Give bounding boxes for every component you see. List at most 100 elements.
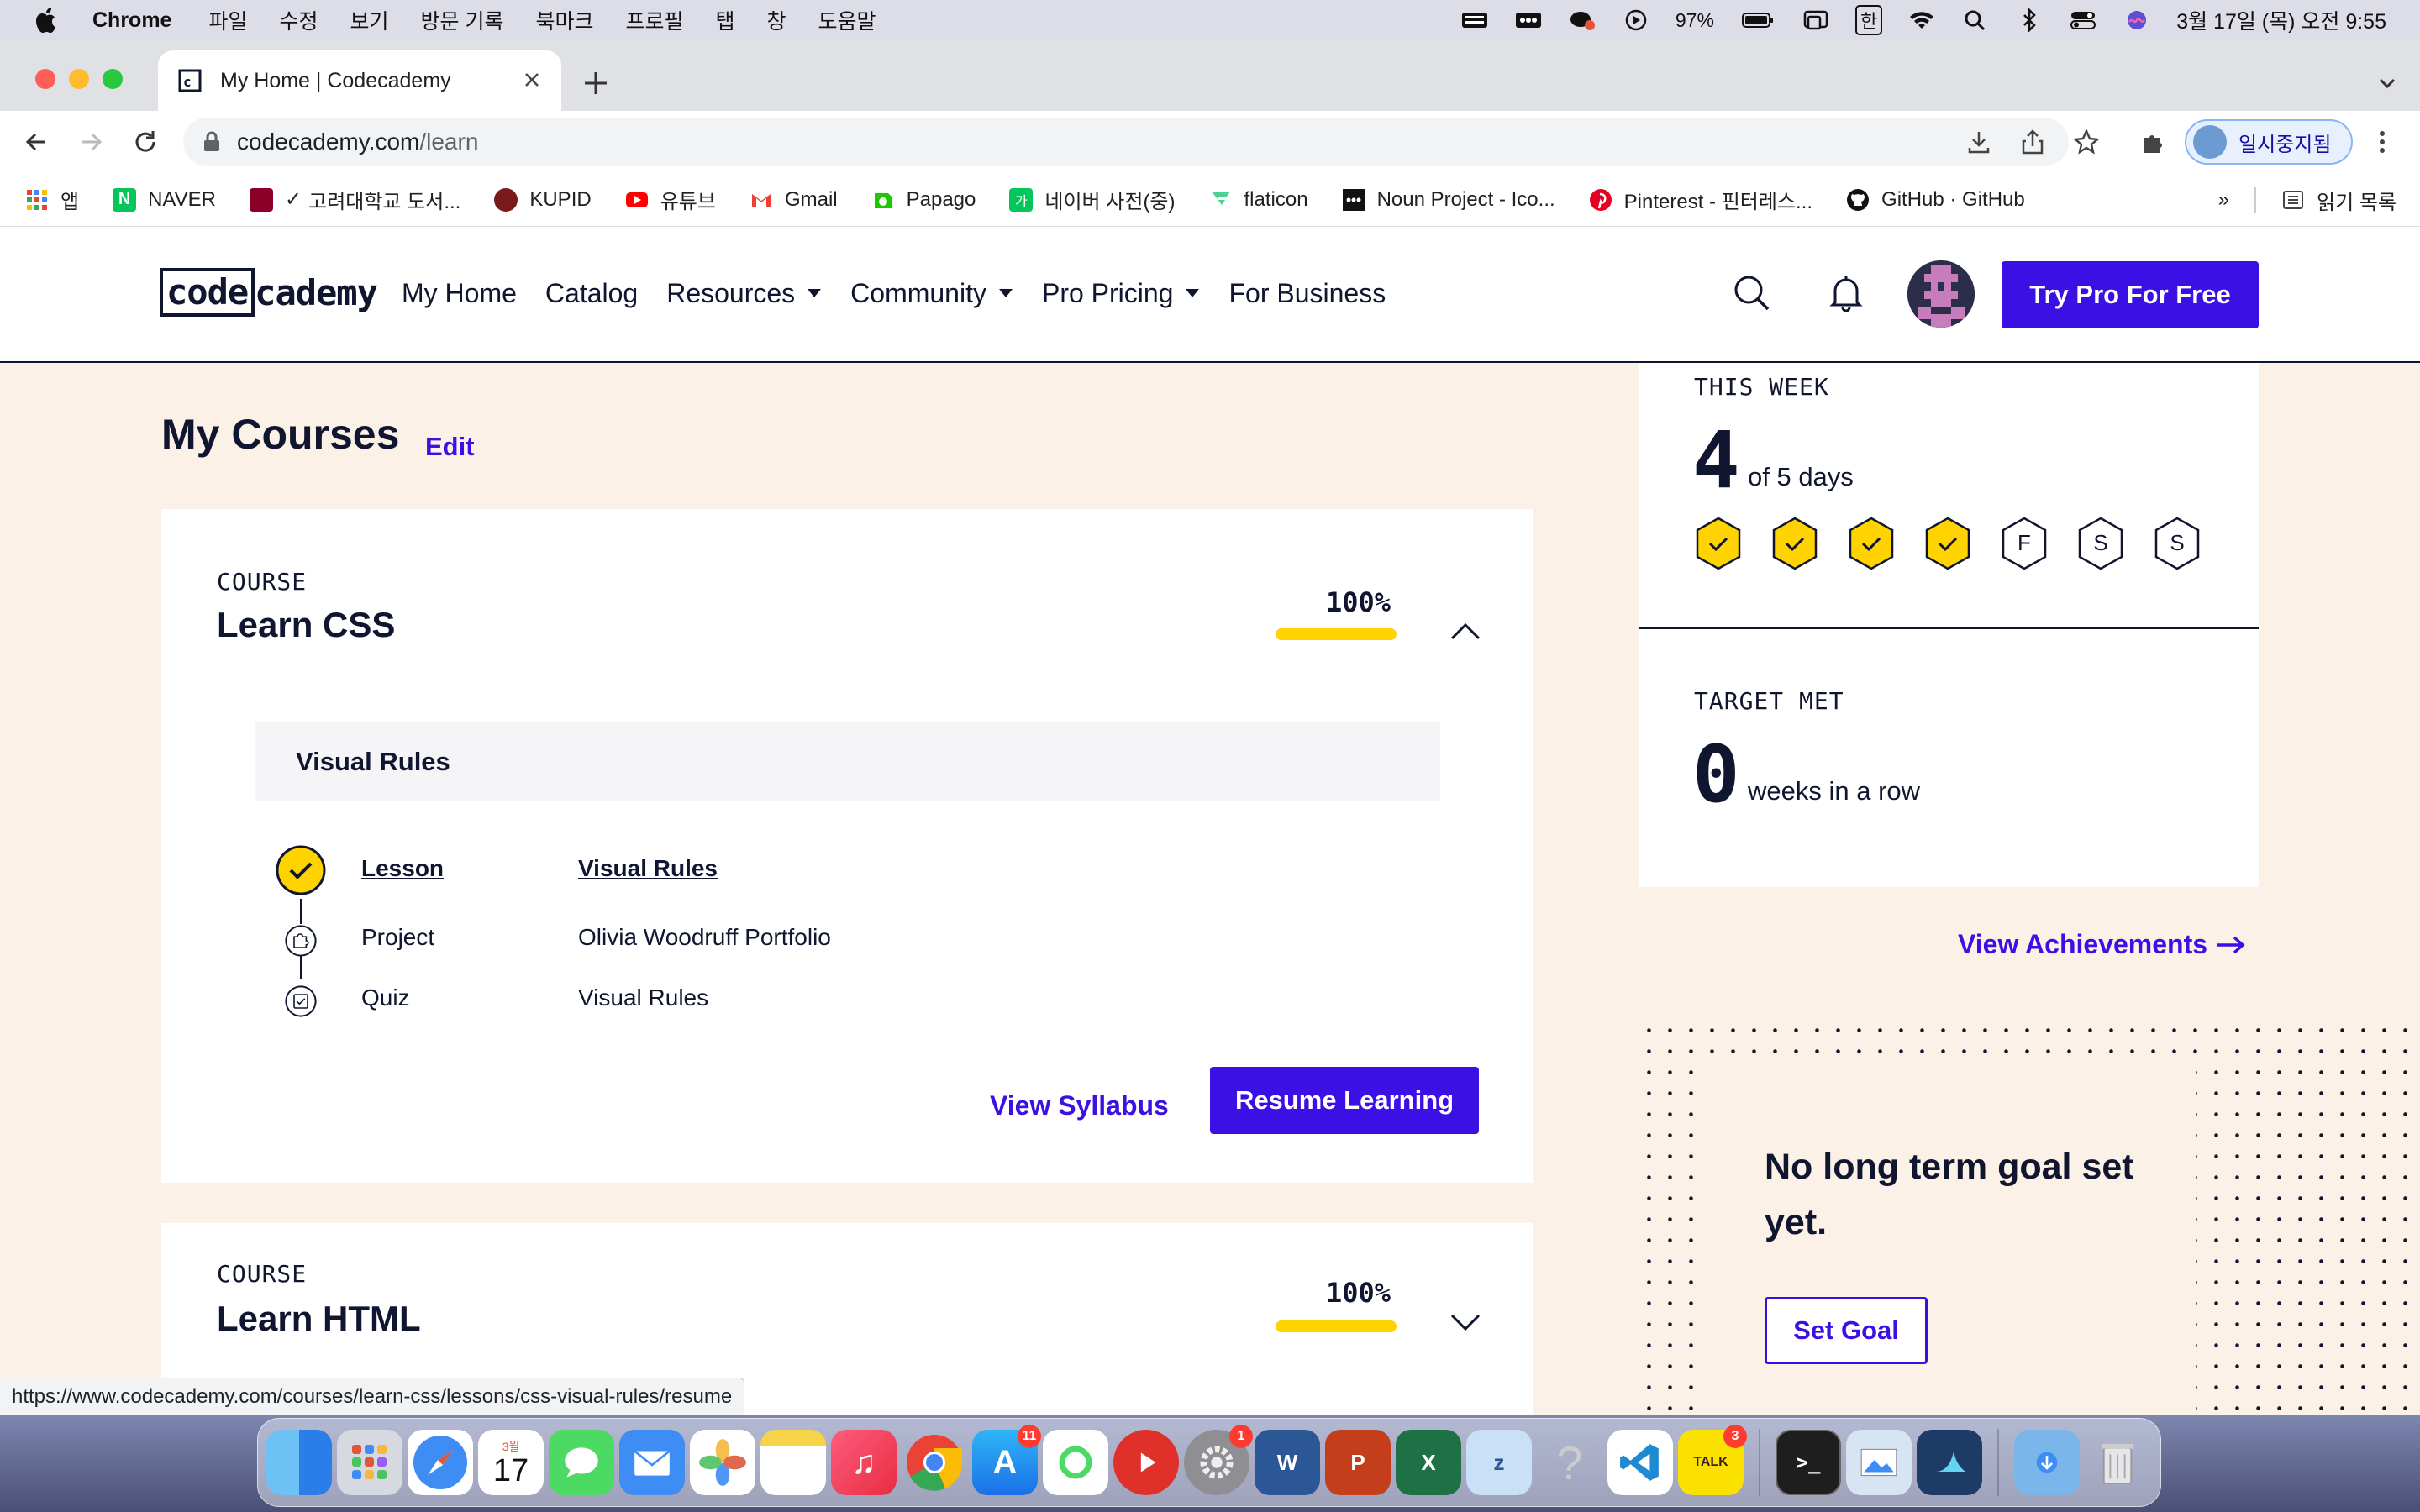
dock-word-icon[interactable]: W: [1255, 1430, 1320, 1495]
bookmark-github[interactable]: GitHub · GitHub: [1846, 188, 2025, 212]
active-tab[interactable]: c My Home | Codecademy: [158, 50, 561, 111]
menubar-clock[interactable]: 3월 17일 (목) 오전 9:55: [2176, 5, 2386, 35]
dock-kakaotalk-icon[interactable]: TALK 3: [1678, 1425, 1747, 1495]
back-arrow-icon[interactable]: [22, 128, 50, 156]
course-title[interactable]: Learn CSS: [217, 605, 395, 645]
notification-bell-icon[interactable]: [1825, 272, 1867, 314]
dock-preview-icon[interactable]: [1846, 1430, 1912, 1495]
menu-window[interactable]: 창: [767, 5, 786, 35]
dock-trash-icon[interactable]: [2085, 1430, 2150, 1495]
dock-mail-icon[interactable]: [619, 1430, 685, 1495]
dock-terminal-icon[interactable]: >_: [1776, 1430, 1841, 1495]
module-header[interactable]: Visual Rules: [255, 722, 1440, 801]
dock-wireshark-icon[interactable]: [1917, 1430, 1982, 1495]
dock-player-icon[interactable]: [1113, 1430, 1179, 1495]
course-title[interactable]: Learn HTML: [217, 1299, 421, 1339]
dock-chrome-icon[interactable]: [902, 1430, 967, 1495]
bookmark-gmail[interactable]: Gmail: [750, 188, 838, 212]
bookmark-naver[interactable]: N NAVER: [113, 187, 216, 212]
schedule-quiz-title[interactable]: Visual Rules: [578, 984, 708, 1011]
input-source[interactable]: 한: [1854, 5, 1883, 35]
chrome-menu-kebab-icon[interactable]: [2368, 128, 2396, 156]
reading-list-button[interactable]: 읽기 목록: [2281, 186, 2396, 215]
tab-search-chevron-icon[interactable]: [2375, 71, 2400, 96]
schedule-lesson-type[interactable]: Lesson: [361, 855, 444, 882]
dock-excel-icon[interactable]: X: [1396, 1430, 1461, 1495]
keyboard-viewer-icon[interactable]: [1460, 8, 1489, 32]
menu-view[interactable]: 보기: [350, 5, 389, 35]
menu-help[interactable]: 도움말: [818, 5, 876, 35]
bookmark-youtube[interactable]: 유튜브: [625, 185, 716, 214]
lock-icon[interactable]: [202, 131, 222, 153]
dock-messages-icon[interactable]: [549, 1430, 614, 1495]
dock-downloads-folder-icon[interactable]: [2014, 1430, 2080, 1495]
install-app-icon[interactable]: [1965, 128, 1993, 156]
menu-tab[interactable]: 탭: [716, 5, 735, 35]
view-syllabus-link[interactable]: View Syllabus: [990, 1090, 1169, 1121]
dock-system-preferences-icon[interactable]: 1: [1184, 1425, 1253, 1495]
search-icon[interactable]: [1731, 272, 1773, 314]
menu-profiles[interactable]: 프로필: [625, 5, 683, 35]
expand-chevron-down-icon[interactable]: [1449, 1312, 1482, 1332]
spotlight-search-icon[interactable]: [1961, 8, 1990, 32]
address-bar[interactable]: codecademy.com/learn: [183, 118, 2069, 166]
bookmark-papago[interactable]: Papago: [871, 188, 976, 212]
schedule-project-title[interactable]: Olivia Woodruff Portfolio: [578, 924, 831, 951]
schedule-quiz-type[interactable]: Quiz: [361, 984, 410, 1011]
bookmark-naver-dictionary[interactable]: 가 네이버 사전(중): [1009, 185, 1176, 214]
bookmark-star-icon[interactable]: [2072, 128, 2101, 156]
dock-app-store-icon[interactable]: A 11: [972, 1425, 1041, 1495]
edit-courses-link[interactable]: Edit: [425, 432, 475, 462]
control-center-icon[interactable]: [2069, 8, 2097, 32]
resume-learning-button[interactable]: Resume Learning: [1210, 1067, 1479, 1134]
extension-icon[interactable]: [1514, 8, 1543, 32]
nav-resources[interactable]: Resources: [666, 278, 822, 309]
battery-icon[interactable]: [1739, 8, 1776, 32]
dock-finder-icon[interactable]: [266, 1430, 332, 1495]
wifi-icon[interactable]: [1907, 8, 1936, 32]
bluetooth-icon[interactable]: [2015, 8, 2044, 32]
bookmark-pinterest[interactable]: Pinterest - 핀터레스...: [1589, 185, 1812, 214]
window-close-button[interactable]: [35, 69, 55, 89]
dock-vscode-icon[interactable]: [1607, 1430, 1673, 1495]
siri-icon[interactable]: [2123, 8, 2151, 32]
dock-music-icon[interactable]: ♫: [831, 1430, 897, 1495]
dock-focus-app-icon[interactable]: [1043, 1430, 1108, 1495]
tab-close-icon[interactable]: [521, 69, 543, 91]
nav-community[interactable]: Community: [850, 278, 1013, 309]
apple-logo-icon[interactable]: [34, 6, 59, 34]
schedule-lesson-title[interactable]: Visual Rules: [578, 855, 718, 882]
try-pro-button[interactable]: Try Pro For Free: [2002, 261, 2259, 328]
dock-calendar-icon[interactable]: 3월 17: [478, 1430, 544, 1495]
dock-photos-icon[interactable]: [690, 1430, 755, 1495]
schedule-project-type[interactable]: Project: [361, 924, 434, 951]
chat-notification-icon[interactable]: [1568, 8, 1597, 32]
set-goal-button[interactable]: Set Goal: [1765, 1297, 1928, 1364]
dock-archive-app-icon[interactable]: z: [1466, 1430, 1532, 1495]
dock-safari-icon[interactable]: [408, 1430, 473, 1495]
share-icon[interactable]: [2018, 128, 2047, 156]
dock-unknown-app-icon[interactable]: ?: [1537, 1430, 1602, 1495]
bookmark-flaticon[interactable]: flaticon: [1209, 188, 1308, 212]
user-avatar[interactable]: [1907, 260, 1975, 328]
bookmark-noun-project[interactable]: Noun Project - Ico...: [1342, 188, 1555, 212]
view-achievements-link[interactable]: View Achievements: [1958, 929, 2246, 960]
nav-for-business[interactable]: For Business: [1228, 278, 1386, 309]
play-status-icon[interactable]: [1622, 8, 1650, 32]
nav-pro-pricing[interactable]: Pro Pricing: [1042, 278, 1201, 309]
codecademy-logo[interactable]: code cademy: [160, 267, 378, 318]
nav-my-home[interactable]: My Home: [402, 278, 517, 309]
bookmarks-overflow-button[interactable]: »: [2218, 188, 2229, 212]
reload-icon[interactable]: [131, 128, 160, 156]
active-app-name[interactable]: Chrome: [92, 8, 171, 33]
menu-file[interactable]: 파일: [208, 5, 247, 35]
dock-launchpad-icon[interactable]: [337, 1430, 402, 1495]
bookmark-kupid[interactable]: KUPID: [494, 187, 592, 212]
dock-notes-icon[interactable]: [760, 1430, 826, 1495]
menu-history[interactable]: 방문 기록: [421, 5, 504, 35]
collapse-chevron-up-icon[interactable]: [1449, 622, 1482, 642]
menu-edit[interactable]: 수정: [279, 5, 318, 35]
forward-arrow-icon[interactable]: [77, 128, 106, 156]
bookmark-apps[interactable]: 앱: [25, 185, 79, 214]
bookmark-korea-univ-library[interactable]: ✓ 고려대학교 도서...: [250, 185, 460, 214]
